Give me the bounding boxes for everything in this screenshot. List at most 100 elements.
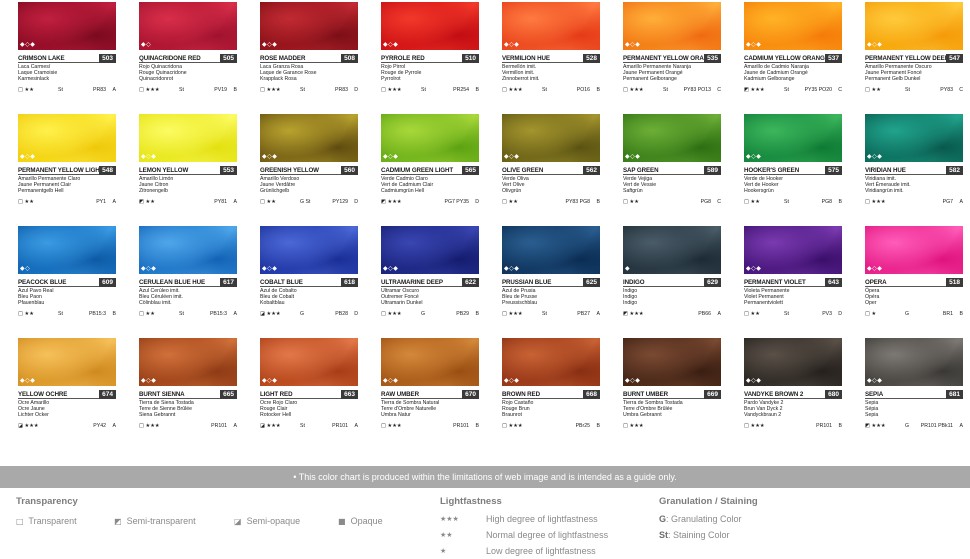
transparency-lightfastness-symbols: □ ★★ <box>744 198 760 205</box>
pigment-code: PBr25 <box>575 422 590 429</box>
color-number-badge: 565 <box>462 166 479 175</box>
color-swatch: ◆◇◆ <box>865 114 963 162</box>
color-card: ◆◇◆ SAP GREEN 589 Verde Vejiga Vert de Vessi… <box>623 114 721 206</box>
translation-german: Hookersgrün <box>744 188 774 195</box>
color-swatch: ◆◇◆ <box>623 338 721 386</box>
color-card: ◆◇◆ PRUSSIAN BLUE 625 Azul de Prusia Bleu de… <box>502 226 600 318</box>
color-swatch: ◆◇◆ <box>502 2 600 50</box>
swatch-marks-icon: ◆◇◆ <box>141 377 157 384</box>
color-name-row: PERMANENT YELLOW ORANGE 535 <box>623 54 721 63</box>
transparency-lightfastness-symbols: ◩ ★★★ <box>865 422 886 429</box>
color-properties: ◪ ★★★ PY42 A <box>18 422 116 430</box>
color-card: ◆◇◆ LEMON YELLOW 553 Amarillo Limón Jaune Ci… <box>139 114 237 206</box>
translation-german: Rotocker Hell <box>260 412 292 419</box>
swatch-marks-icon: ◆◇◆ <box>383 153 399 160</box>
granulation-staining-code: St <box>542 86 547 93</box>
color-properties: ◩ ★★ PY81 A <box>139 198 237 206</box>
swatch-marks-icon: ◆◇◆ <box>625 41 641 48</box>
swatch-marks-icon: ◆ <box>625 265 631 272</box>
staining-key: St <box>659 530 668 540</box>
color-number-badge: 505 <box>220 54 237 63</box>
swatch-marks-icon: ◆◇◆ <box>20 377 36 384</box>
color-properties: □ ★★ St PR83 A <box>18 86 116 94</box>
color-swatch: ◆◇◆ <box>139 226 237 274</box>
color-number-badge: 625 <box>583 278 600 287</box>
color-properties: ◩ ★★★ G PR101 PBk11 A <box>865 422 963 430</box>
color-number-badge: 548 <box>99 166 116 175</box>
color-number-badge: 589 <box>704 166 721 175</box>
color-name-row: SAP GREEN 589 <box>623 166 721 175</box>
color-number-badge: 663 <box>341 390 358 399</box>
color-name-row: HOOKER'S GREEN 575 <box>744 166 842 175</box>
transparency-lightfastness-symbols: □ ★★★ <box>502 422 523 429</box>
color-number-badge: 665 <box>220 390 237 399</box>
permanence-rating: C <box>959 86 963 93</box>
pigment-code: PB66 <box>698 310 711 317</box>
permanence-rating: B <box>596 422 600 429</box>
color-card: ◆◇◆ VIRIDIAN HUE 582 Viridiana imit. Vert Ém… <box>865 114 963 206</box>
color-name-row: PRUSSIAN BLUE 625 <box>502 278 600 287</box>
swatch-marks-icon: ◆◇◆ <box>20 41 36 48</box>
color-swatch: ◆◇◆ <box>381 114 479 162</box>
semi-opaque-icon: ◪ <box>234 517 242 526</box>
transparent-icon: □ <box>16 517 24 526</box>
color-number-badge: 674 <box>99 390 116 399</box>
transparency-semi-transparent: ◩ Semi-transparent <box>114 516 196 526</box>
pigment-code: PY1 <box>96 198 106 205</box>
swatch-marks-icon: ◆◇◆ <box>867 41 883 48</box>
swatch-marks-icon: ◆◇◆ <box>262 153 278 160</box>
granulation-staining-code: St <box>784 198 789 205</box>
color-properties: □ ★★★ PR101 A <box>139 422 237 430</box>
granulation-staining-code: G <box>300 310 305 317</box>
translation-german: Sepia <box>865 412 879 419</box>
pigment-code: PV19 <box>214 86 227 93</box>
color-swatch: ◆◇◆ <box>18 2 116 50</box>
granulation-staining-code: St <box>784 310 789 317</box>
swatch-marks-icon: ◆◇◆ <box>383 377 399 384</box>
transparency-transparent: □ Transparent <box>16 516 77 526</box>
color-number-badge: 680 <box>825 390 842 399</box>
color-name-row: PERMANENT YELLOW DEEP 547 <box>865 54 963 63</box>
color-name-row: GREENISH YELLOW 560 <box>260 166 358 175</box>
swatch-marks-icon: ◆◇◆ <box>504 41 520 48</box>
disclaimer-text: • This color chart is produced within th… <box>293 472 677 482</box>
transparency-lightfastness-symbols: □ ★★★ <box>865 198 886 205</box>
color-number-badge: 508 <box>341 54 358 63</box>
translation-german: Oper <box>865 300 877 307</box>
low-lightfastness-label: Low degree of lightfastness <box>486 546 596 556</box>
transparency-lightfastness-symbols: □ ★★★ <box>502 86 523 93</box>
pigment-code: PG8 <box>821 198 832 205</box>
swatch-marks-icon: ◆◇◆ <box>746 377 762 384</box>
permanence-rating: D <box>354 198 358 205</box>
swatch-marks-icon: ◆◇◆ <box>262 377 278 384</box>
translation-german: Permanentviolett <box>744 300 783 307</box>
high-lightfastness-stars-icon: ★★★ <box>440 515 459 523</box>
pigment-code: PR101 <box>332 422 348 429</box>
color-properties: □ ★★ St PV3 D <box>744 310 842 318</box>
swatch-marks-icon: ◆◇◆ <box>746 41 762 48</box>
color-properties: □ ★★ St PB15:3 B <box>18 310 116 318</box>
swatch-marks-icon: ◆◇◆ <box>504 153 520 160</box>
transparency-lightfastness-symbols: □ ★★★ <box>623 422 644 429</box>
color-swatch: ◆◇ <box>139 2 237 50</box>
translation-german: Pfauenblau <box>18 300 45 307</box>
color-name-row: PEACOCK BLUE 609 <box>18 278 116 287</box>
color-swatch: ◆◇◆ <box>865 2 963 50</box>
pigment-code: PR101 <box>211 422 227 429</box>
translation-german: Umbra Natur <box>381 412 411 419</box>
color-swatch: ◆◇◆ <box>18 114 116 162</box>
granulation-staining-code: St <box>58 310 63 317</box>
color-swatch: ◆ <box>623 226 721 274</box>
color-card: ◆◇◆ BURNT SIENNA 665 Tierra de Siena Tostad… <box>139 338 237 430</box>
color-card: ◆◇◆ PERMANENT YELLOW DEEP 547 Amarillo Perm… <box>865 2 963 94</box>
color-number-badge: 622 <box>462 278 479 287</box>
translation-german: Saftgrün <box>623 188 643 195</box>
color-properties: □ ★★★ PR101 B <box>381 422 479 430</box>
color-swatch: ◆◇◆ <box>260 338 358 386</box>
color-swatch: ◆◇◆ <box>744 2 842 50</box>
color-card: ◆◇◆ BROWN RED 668 Rojo Castaño Rouge Brun Bra… <box>502 338 600 430</box>
color-card: ◆◇◆ OLIVE GREEN 562 Verde Oliva Vert Olive Ol… <box>502 114 600 206</box>
translation-german: Permanent Gelborange <box>623 76 677 83</box>
color-card: ◆◇◆ PERMANENT VIOLET 643 Violeta Permanente… <box>744 226 842 318</box>
pigment-code: PV3 <box>822 310 832 317</box>
